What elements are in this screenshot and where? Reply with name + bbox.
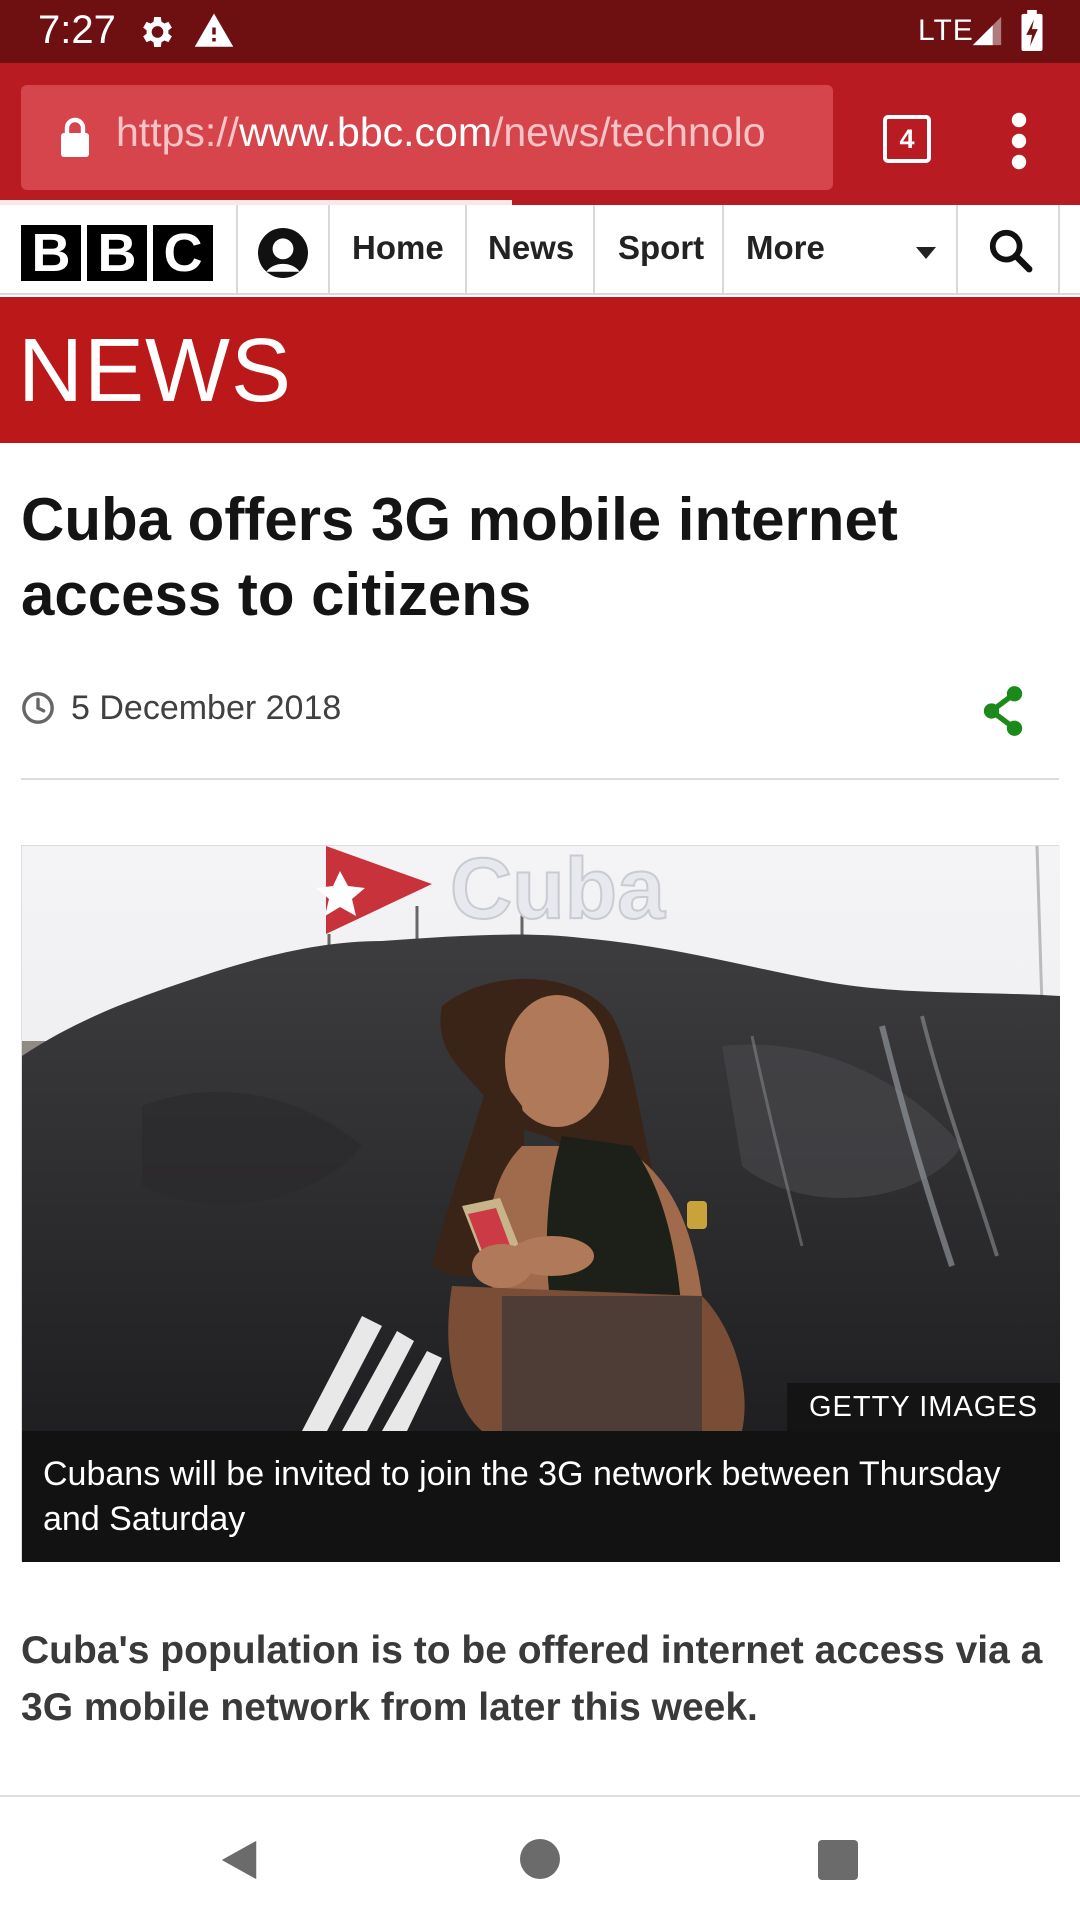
caret-down-icon[interactable] [916, 247, 936, 259]
url-host: www.bbc.com [239, 109, 492, 155]
account-icon[interactable] [258, 228, 308, 278]
photo-sign-text: Cuba [450, 846, 666, 937]
logo-block: B [21, 225, 81, 281]
status-bar: 7:27 LTE [0, 0, 1080, 63]
logo-block: B [87, 225, 147, 281]
nav-divider [1058, 205, 1060, 295]
article-photo[interactable]: Cuba GETTY IMAGES [22, 846, 1060, 1431]
signal-icon [972, 16, 1002, 46]
image-credit: GETTY IMAGES [786, 1383, 1060, 1431]
photo-illustration: Cuba [22, 846, 1060, 1431]
system-nav-bar [0, 1795, 1080, 1920]
nav-divider [236, 205, 238, 295]
overflow-menu-icon[interactable] [998, 111, 1040, 171]
section-title[interactable]: NEWS [18, 320, 292, 423]
nav-link-home[interactable]: Home [352, 229, 444, 267]
gear-icon [143, 17, 172, 47]
home-icon[interactable] [520, 1839, 560, 1879]
battery-charging-icon [1021, 10, 1043, 52]
address-bar[interactable]: https://www.bbc.com/news/technolo [21, 85, 833, 190]
news-banner: NEWS [0, 297, 1080, 443]
nav-divider [328, 205, 330, 295]
nav-link-more[interactable]: More [746, 229, 825, 267]
nav-divider [722, 205, 724, 295]
status-time: 7:27 [38, 8, 116, 52]
nav-divider [465, 205, 467, 295]
warning-icon [194, 13, 234, 47]
clock-icon [22, 692, 54, 724]
network-type: LTE [918, 14, 974, 47]
article-date: 5 December 2018 [71, 688, 342, 727]
divider [21, 778, 1059, 780]
article-date-row: 5 December 2018 [21, 688, 341, 728]
search-icon[interactable] [987, 227, 1033, 273]
url-scheme: https:// [116, 109, 240, 155]
url-path: /news/technolo [491, 109, 766, 155]
nav-divider [956, 205, 958, 295]
back-icon[interactable] [217, 1837, 261, 1883]
nav-link-sport[interactable]: Sport [618, 229, 704, 267]
nav-link-news[interactable]: News [488, 229, 574, 267]
article-headline: Cuba offers 3G mobile internet access to… [21, 486, 898, 628]
screen: 7:27 LTE https://www.bbc.com/news/techno… [0, 0, 1080, 1920]
image-caption: Cubans will be invited to join the 3G ne… [22, 1431, 1060, 1562]
browser-toolbar: https://www.bbc.com/news/technolo 4 [0, 63, 1080, 205]
share-icon[interactable] [980, 686, 1026, 736]
tab-switcher-button[interactable]: 4 [883, 115, 931, 163]
nav-divider [593, 205, 595, 295]
url-text: https://www.bbc.com/news/technolo [116, 109, 766, 156]
lock-icon [61, 117, 89, 157]
site-nav: B B C Home News Sport More [0, 205, 1080, 295]
logo-block: C [153, 225, 213, 281]
article-lede: Cuba's population is to be offered inter… [21, 1629, 1043, 1729]
recents-icon[interactable] [818, 1840, 858, 1880]
article-figure: Cuba GETTY IMAGES Cubans will be invited… [21, 845, 1060, 1562]
bbc-logo[interactable]: B B C [21, 225, 213, 281]
